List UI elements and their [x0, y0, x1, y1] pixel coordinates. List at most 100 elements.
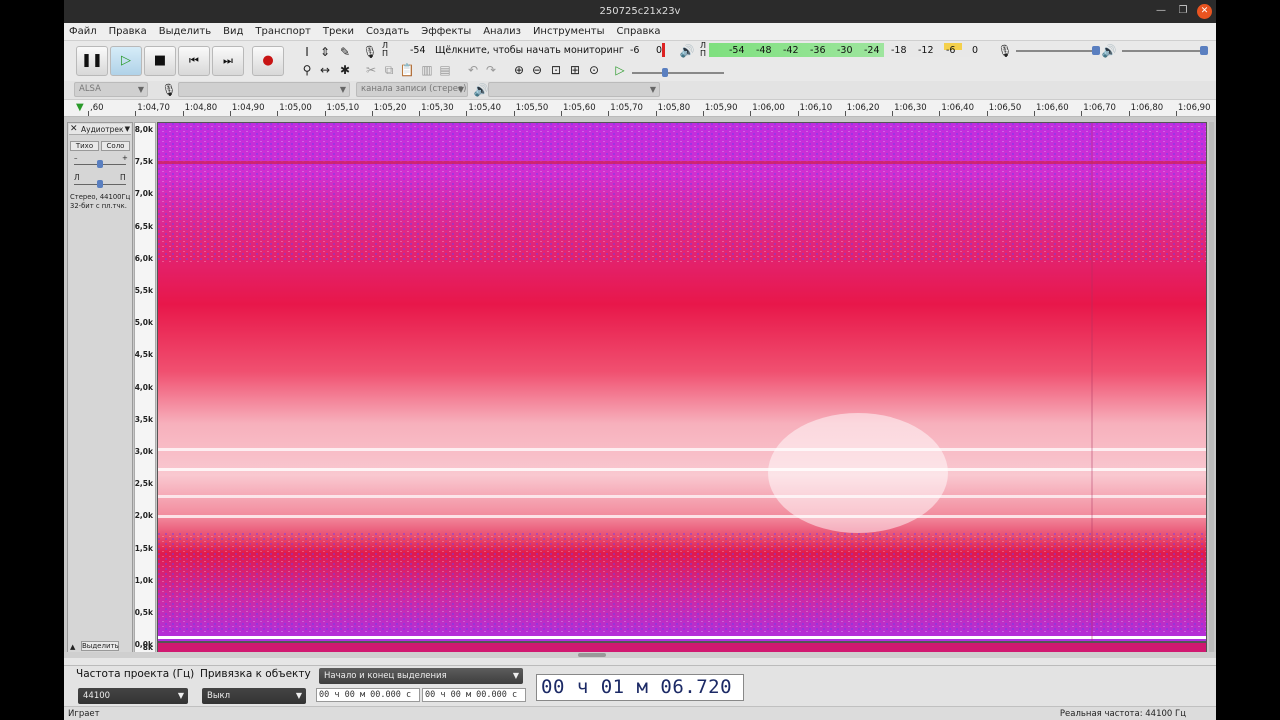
playback-device-combo[interactable]: ▼ [488, 82, 660, 97]
record-volume-slider[interactable] [1016, 50, 1096, 52]
selection-start-time[interactable]: 00 ч 00 м 00.000 с [316, 688, 420, 702]
play-volume-slider[interactable] [1122, 50, 1204, 52]
vertical-scrollbar[interactable] [1209, 122, 1214, 654]
mute-button[interactable]: Тихо [70, 141, 99, 151]
rec-meter-lr: ЛП [382, 41, 389, 58]
ruler-tick-label: 1:06,50 [988, 103, 1022, 113]
track-close-icon[interactable]: ✕ [70, 124, 78, 135]
paste-icon[interactable]: 📋 [398, 61, 416, 79]
record-volume-thumb[interactable] [1092, 46, 1100, 55]
gain-thumb[interactable] [97, 160, 103, 168]
ruler-tick-label: 1:06,70 [1083, 103, 1116, 113]
ruler-tick-mark [466, 111, 468, 116]
pause-button[interactable]: ❚❚ [76, 46, 108, 76]
gain-minus-label: – [74, 154, 78, 162]
play-button[interactable]: ▷ [110, 46, 142, 76]
chevron-down-icon: ▼ [137, 85, 144, 94]
menu-generate[interactable]: Создать [366, 26, 409, 37]
collapse-track-icon[interactable]: ▲ [70, 643, 75, 651]
play-volume-thumb[interactable] [1200, 46, 1208, 55]
frequency-tick-label: 6,0k [134, 253, 153, 263]
track-select-button[interactable]: Выделить [81, 641, 119, 651]
track-header[interactable]: ✕ Аудиотрек ▼ [69, 124, 131, 135]
ruler-tick-label: 1:04,90 [231, 103, 265, 113]
trim-icon[interactable]: ▥ [418, 61, 436, 79]
ruler-tick-mark [513, 111, 515, 116]
horizontal-scroll-thumb[interactable] [578, 653, 606, 657]
project-rate-combo[interactable]: 44100 ▼ [78, 688, 188, 704]
menu-bar: Файл Правка Выделить Вид Транспорт Треки… [64, 23, 1216, 41]
pan-thumb[interactable] [97, 180, 103, 188]
close-icon[interactable]: ✕ [1197, 3, 1212, 19]
menu-transport[interactable]: Транспорт [255, 26, 310, 37]
play-head-marker-icon[interactable]: ▼ [76, 102, 84, 113]
menu-file[interactable]: Файл [69, 26, 97, 37]
selection-end-time[interactable]: 00 ч 00 м 00.000 с [422, 688, 526, 702]
menu-help[interactable]: Справка [617, 26, 661, 37]
play-at-speed-icon[interactable]: ▷ [611, 61, 629, 79]
minimize-icon[interactable]: — [1153, 3, 1169, 19]
cut-icon[interactable]: ✂ [362, 61, 380, 79]
timeshift-tool-icon[interactable]: ↔ [316, 61, 334, 79]
track-menu-chevron-icon[interactable]: ▼ [125, 124, 130, 135]
audio-host-combo[interactable]: ALSA ▼ [74, 82, 148, 97]
copy-icon[interactable]: ⧉ [380, 61, 398, 79]
ruler-tick-mark [561, 111, 562, 116]
zoom-out-icon[interactable]: ⊖ [528, 61, 546, 79]
ruler-tick-mark [1081, 111, 1083, 116]
snap-to-combo[interactable]: Выкл ▼ [202, 688, 306, 704]
ruler-tick-label: 1:06,40 [941, 103, 974, 113]
envelope-tool-icon[interactable]: ⇕ [316, 43, 334, 61]
window-controls: — ❐ ✕ [1153, 3, 1212, 19]
chevron-down-icon: ▼ [177, 691, 184, 700]
fit-project-icon[interactable]: ⊞ [566, 61, 584, 79]
solo-button[interactable]: Соло [101, 141, 130, 151]
zoom-in-icon[interactable]: ⊕ [510, 61, 528, 79]
menu-tracks[interactable]: Треки [323, 26, 354, 37]
recording-channels-combo[interactable]: канала записи (стерео) ▼ [356, 82, 468, 97]
ruler-tick-label: 1:06,10 [799, 103, 833, 113]
draw-tool-icon[interactable]: ✎ [336, 43, 354, 61]
play-scale-tick: -24 [864, 45, 880, 56]
menu-select[interactable]: Выделить [159, 26, 211, 37]
selection-mode-combo[interactable]: Начало и конец выделения ▼ [319, 668, 523, 684]
redo-icon[interactable]: ↷ [482, 61, 500, 79]
record-meter-mic-icon[interactable]: 🎙 [361, 43, 379, 61]
menu-effects[interactable]: Эффекты [421, 26, 471, 37]
selection-tool-icon[interactable]: I [298, 43, 316, 61]
play-scale-tick: -54 [729, 45, 745, 56]
maximize-icon[interactable]: ❐ [1175, 3, 1191, 19]
track-name[interactable]: Аудиотрек [81, 124, 124, 135]
selection-end-value: 00 ч 00 м 00.000 с [425, 690, 518, 700]
silence-icon[interactable]: ▤ [436, 61, 454, 79]
menu-tools[interactable]: Инструменты [533, 26, 605, 37]
menu-view[interactable]: Вид [223, 26, 243, 37]
zoom-toggle-icon[interactable]: ⊙ [585, 61, 603, 79]
fit-selection-icon[interactable]: ⊡ [547, 61, 565, 79]
spectrogram-view[interactable] [157, 122, 1207, 642]
stop-button[interactable]: ■ [144, 46, 176, 76]
zoom-tool-icon[interactable]: ⚲ [298, 61, 316, 79]
menu-analyze[interactable]: Анализ [483, 26, 521, 37]
frequency-ruler[interactable]: 8,0k 7,5k 7,0k 6,5k 6,0k 5,5k 5,0k 4,5k 4,0k 3,5k… [134, 122, 156, 654]
audio-position-display[interactable]: 00 ч 01 м 06.720 с [536, 674, 744, 720]
timeline-ruler[interactable]: ▼ ,60 1:04,70 1:04,80 1:04,90 1:05,00 1:05,10… [64, 99, 1216, 117]
record-button[interactable]: ● [252, 46, 284, 76]
skip-start-button[interactable]: ⏮ [178, 46, 210, 76]
play-speed-slider[interactable] [632, 72, 724, 74]
play-speed-thumb[interactable] [662, 68, 668, 77]
record-meter-hint[interactable]: Щёлкните, чтобы начать мониторинг [435, 45, 624, 56]
ruler-tick-mark [939, 111, 941, 116]
play-meter-speaker-icon[interactable]: 🔊 [678, 42, 696, 60]
ruler-tick-label: 1:05,30 [421, 103, 454, 113]
horizontal-scrollbar[interactable] [64, 652, 1216, 658]
menu-edit[interactable]: Правка [109, 26, 147, 37]
ruler-tick-mark [324, 111, 326, 116]
multi-tool-icon[interactable]: ✱ [336, 61, 354, 79]
recording-device-combo[interactable]: ▼ [178, 82, 350, 97]
skip-end-button[interactable]: ⏭ [212, 46, 244, 76]
play-scale-tick: -36 [810, 45, 826, 56]
undo-icon[interactable]: ↶ [464, 61, 482, 79]
ruler-tick-mark [1034, 111, 1035, 116]
ruler-tick-mark [182, 111, 184, 116]
